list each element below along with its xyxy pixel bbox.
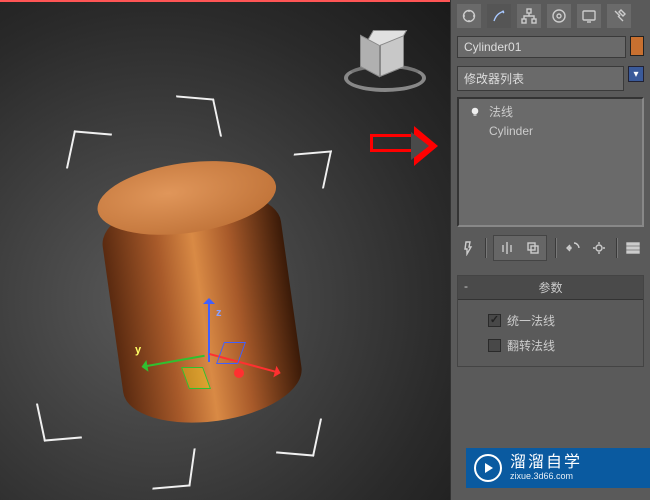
watermark: 溜溜自学 zixue.3d66.com: [466, 448, 650, 488]
selection-bracket: [36, 400, 82, 441]
plane-xy[interactable]: [181, 367, 211, 389]
checkbox-flip-normals-row[interactable]: 翻转法线: [488, 333, 613, 358]
hierarchy-tab-icon[interactable]: [517, 4, 541, 28]
axis-end-x[interactable]: [234, 368, 244, 378]
checkbox-unify-normals-row[interactable]: 统一法线: [488, 308, 613, 333]
selection-bracket: [286, 150, 332, 191]
viewport[interactable]: y z: [0, 0, 450, 500]
command-panel: 修改器列表 ▾ 法线 Cylinder: [450, 0, 650, 500]
make-unique-icon[interactable]: [521, 237, 545, 259]
annotation-arrow: [370, 134, 418, 152]
selection-bracket: [176, 95, 222, 136]
selection-bracket: [66, 130, 112, 171]
modifier-stack[interactable]: 法线 Cylinder: [457, 97, 644, 227]
modifier-list-dropdown[interactable]: 修改器列表: [457, 66, 624, 91]
checkbox-label: 翻转法线: [507, 337, 555, 354]
stack-toolbar: [451, 229, 650, 267]
stack-item-cylinder[interactable]: Cylinder: [459, 122, 642, 140]
move-gizmo[interactable]: y z: [160, 352, 280, 472]
rollout-header[interactable]: - 参数: [458, 276, 643, 300]
command-panel-tabs: [451, 0, 650, 32]
viewcube[interactable]: [350, 22, 420, 92]
viewcube-cube[interactable]: [362, 30, 406, 74]
pin-stack-icon[interactable]: [459, 237, 477, 259]
chevron-down-icon[interactable]: ▾: [628, 66, 644, 82]
display-tab-icon[interactable]: [577, 4, 601, 28]
modify-tab-icon[interactable]: [487, 4, 511, 28]
remove-modifier-icon[interactable]: [564, 237, 582, 259]
stack-options-icon[interactable]: [624, 237, 642, 259]
rollout-body: 统一法线 翻转法线: [458, 300, 643, 366]
show-end-result-icon[interactable]: [495, 237, 519, 259]
checkbox-flip-normals[interactable]: [488, 339, 501, 352]
configure-modifier-icon[interactable]: [590, 237, 608, 259]
checkbox-unify-normals[interactable]: [488, 314, 501, 327]
axis-label-z: z: [216, 307, 222, 319]
rollout-parameters: - 参数 统一法线 翻转法线: [457, 275, 644, 367]
watermark-url: zixue.3d66.com: [510, 472, 582, 482]
stack-item-label: 法线: [489, 103, 513, 120]
stack-item-normals[interactable]: 法线: [459, 101, 642, 122]
checkbox-label: 统一法线: [507, 312, 555, 329]
object-name-row: [451, 32, 650, 62]
collapse-icon: -: [464, 279, 468, 293]
rollout-title: 参数: [538, 281, 562, 295]
axis-label-y: y: [135, 344, 141, 356]
separator: [616, 238, 617, 258]
watermark-brand: 溜溜自学: [510, 454, 582, 472]
modifier-list-label: 修改器列表: [464, 70, 524, 87]
motion-tab-icon[interactable]: [547, 4, 571, 28]
object-color-swatch[interactable]: [630, 36, 644, 56]
play-icon: [474, 454, 502, 482]
utilities-tab-icon[interactable]: [607, 4, 631, 28]
selection-bracket: [276, 415, 322, 456]
modifier-list-row: 修改器列表 ▾: [451, 62, 650, 95]
object-name-input[interactable]: [457, 36, 626, 58]
stack-item-label: Cylinder: [489, 124, 533, 138]
separator: [485, 238, 486, 258]
lightbulb-icon[interactable]: [469, 106, 481, 118]
separator: [555, 238, 556, 258]
create-tab-icon[interactable]: [457, 4, 481, 28]
